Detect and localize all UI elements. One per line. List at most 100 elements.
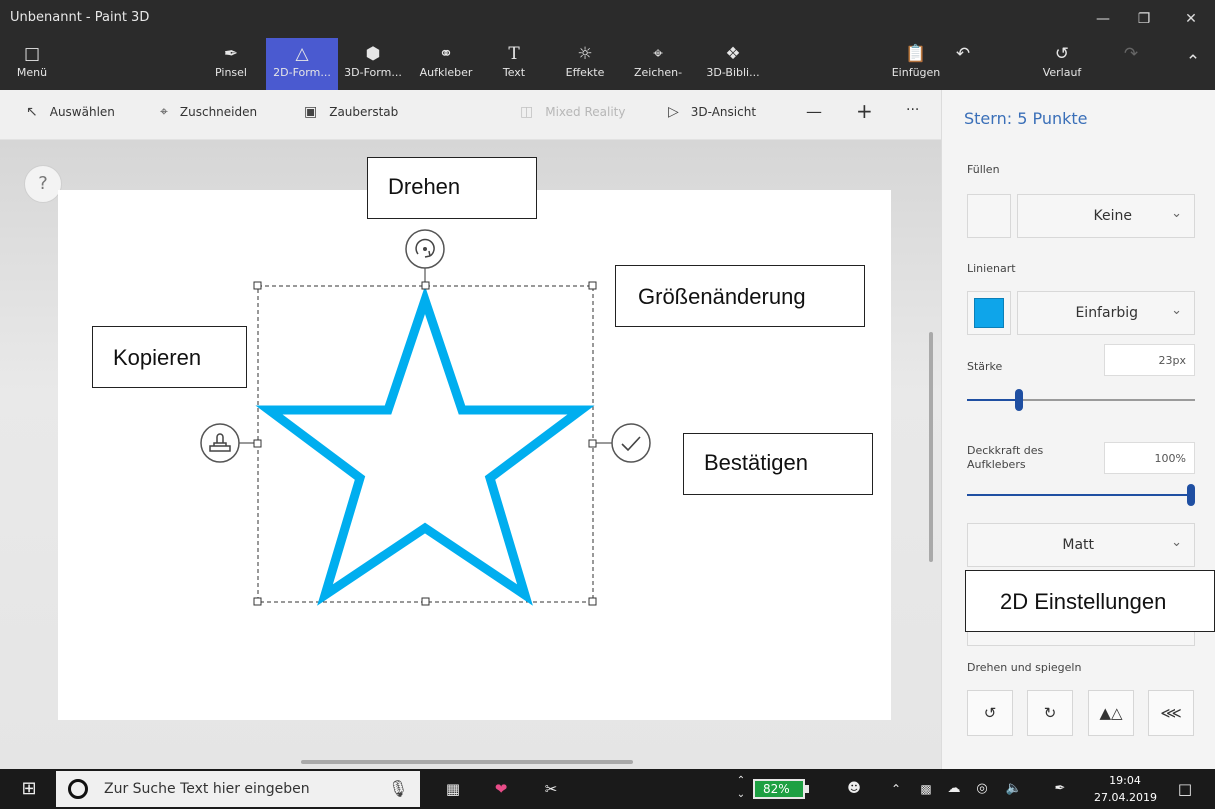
checkmark-confirm-icon[interactable] [611, 423, 651, 463]
rotate-left-button[interactable]: ↺ [967, 690, 1013, 736]
onedrive-cloud-icon[interactable]: ☁ [942, 769, 966, 809]
title-bar: Unbenannt - Paint 3D — ❐ ✕ [0, 0, 1215, 38]
resize-handle[interactable] [588, 439, 597, 448]
taskbar-clock[interactable]: 19:04 27.04.2019 [1094, 772, 1157, 806]
wifi-icon[interactable]: ◎ [968, 769, 996, 809]
history-label: Verlauf [1042, 66, 1082, 79]
folder-icon: □ [23, 44, 41, 64]
callout-confirm: Bestätigen [683, 433, 873, 495]
tool-label: 2D-Form... [273, 66, 331, 79]
line-color-swatch[interactable] [967, 291, 1011, 335]
select-button[interactable]: ↖ Auswählen [26, 104, 115, 120]
tool-canvas[interactable]: ⌖ Zeichen- [630, 38, 686, 90]
resize-handle[interactable] [588, 597, 597, 606]
line-type-dropdown[interactable]: Einfarbig ⌄ [1017, 291, 1195, 335]
menu-label: Menü [16, 66, 48, 79]
resize-handle[interactable] [253, 281, 262, 290]
more-options-button[interactable]: ··· [906, 102, 919, 118]
flip-vertical-icon: ⋘ [1160, 704, 1182, 722]
mixed-reality-icon: ◫ [520, 104, 534, 120]
resize-handle[interactable] [588, 281, 597, 290]
select-label: Auswählen [49, 105, 115, 119]
battery-tip [805, 785, 809, 793]
tool-brushes[interactable]: ✒ Pinsel [206, 38, 256, 90]
history-button[interactable]: ↺ Verlauf [1036, 38, 1088, 90]
crop-label: Zuschneiden [179, 105, 258, 119]
line-color-fill [974, 298, 1004, 328]
tool-stickers[interactable]: ⚭ Aufkleber [414, 38, 478, 90]
redo-button[interactable]: ↷ [1116, 38, 1146, 90]
chevron-down-icon: ⌄ [1171, 535, 1182, 550]
rotate-handle-icon[interactable] [405, 229, 445, 269]
resize-handles[interactable] [253, 281, 597, 606]
slider-fill [967, 399, 1020, 401]
tool-3d-shapes[interactable]: ⬢ 3D-Form... [340, 38, 406, 90]
line-type-label: Linienart [967, 262, 1016, 275]
tool-2d-shapes[interactable]: △ 2D-Form... [266, 38, 338, 90]
volume-icon[interactable]: 🔈 [1000, 769, 1028, 809]
chevron-up-down-icon[interactable]: ⌃ ⌄ [734, 769, 748, 809]
windows-start-icon[interactable]: ⊞ [14, 769, 44, 809]
properties-panel: Stern: 5 Punkte Füllen Keine ⌄ Linienart… [941, 90, 1215, 769]
magic-select-button[interactable]: ▣ Zauberstab [304, 104, 398, 120]
minimize-icon[interactable]: — [1090, 6, 1116, 32]
slider-thumb[interactable] [1015, 389, 1024, 411]
zoom-in-button[interactable]: + [856, 99, 873, 123]
tool-label: Pinsel [215, 66, 247, 79]
snipping-tool-icon[interactable]: ✂ [534, 769, 568, 809]
opacity-slider[interactable] [967, 484, 1195, 506]
battery-percent: 82% [763, 782, 790, 796]
resize-handle[interactable] [421, 597, 430, 606]
undo-button[interactable]: ↶ [946, 38, 980, 90]
microphone-icon[interactable]: 🎙 [388, 779, 408, 798]
resize-handle[interactable] [253, 439, 262, 448]
star-shape[interactable] [255, 285, 595, 606]
task-view-icon[interactable]: ▦ [436, 769, 470, 809]
rotate-right-button[interactable]: ↻ [1027, 690, 1073, 736]
tool-text[interactable]: T Text [494, 38, 534, 90]
zoom-out-button[interactable]: — [806, 102, 822, 121]
thickness-input[interactable]: 23px [1104, 344, 1195, 376]
flip-horizontal-button[interactable]: ▲△ [1088, 690, 1134, 736]
redo-icon: ↷ [1123, 44, 1139, 64]
menu-button[interactable]: □ Menü [10, 38, 54, 90]
people-icon[interactable]: ☻ [842, 769, 866, 809]
paste-button[interactable]: 📋 Einfügen [890, 38, 942, 90]
3d-view-button[interactable]: ▷ 3D-Ansicht [668, 104, 756, 120]
ribbon: □ Menü ✒ Pinsel △ 2D-Form... ⬢ 3D-Form..… [0, 38, 1215, 90]
tool-3d-library[interactable]: ❖ 3D-Bibli... [702, 38, 764, 90]
show-hidden-icons-icon[interactable]: ⌃ [884, 769, 908, 809]
resize-handle[interactable] [253, 597, 262, 606]
battery-indicator[interactable]: 82% [753, 779, 809, 799]
thickness-slider[interactable] [967, 389, 1195, 411]
tool-effects[interactable]: ☼ Effekte [560, 38, 610, 90]
panel-title: Stern: 5 Punkte [964, 109, 1088, 128]
stamp-copy-icon[interactable] [200, 423, 240, 463]
network-adapter-icon[interactable]: ▩ [914, 769, 938, 809]
taskbar-search[interactable]: Zur Suche Text hier eingeben 🎙 [56, 771, 420, 807]
pen-icon[interactable]: ✒ [1032, 769, 1088, 809]
3d-shapes-icon: ⬢ [365, 44, 381, 64]
finish-dropdown[interactable]: Matt ⌄ [967, 523, 1195, 567]
magic-select-label: Zauberstab [329, 105, 399, 119]
flip-vertical-button[interactable]: ⋘ [1148, 690, 1194, 736]
fill-dropdown[interactable]: Keine ⌄ [1017, 194, 1195, 238]
tool-label: Effekte [565, 66, 605, 79]
close-icon[interactable]: ✕ [1178, 6, 1204, 32]
fill-color-swatch[interactable] [967, 194, 1011, 238]
opacity-input[interactable]: 100% [1104, 442, 1195, 474]
collapse-ribbon-button[interactable]: ⌃ [1178, 38, 1208, 90]
callout-resize: Größenänderung [615, 265, 865, 327]
thickness-label: Stärke [967, 360, 1003, 373]
paint3d-app-icon[interactable]: ❤ [484, 769, 518, 809]
mixed-reality-button[interactable]: ◫ Mixed Reality [520, 104, 625, 120]
restore-icon[interactable]: ❐ [1131, 6, 1157, 32]
paste-icon: 📋 [905, 44, 927, 64]
crop-button[interactable]: ⌖ Zuschneiden [160, 104, 257, 120]
resize-handle[interactable] [421, 281, 430, 290]
notifications-icon[interactable]: □ [1170, 769, 1200, 809]
slider-thumb[interactable] [1187, 484, 1195, 506]
callout-2d-settings: 2D Einstellungen [965, 570, 1215, 632]
chevron-down-icon: ⌄ [1171, 206, 1182, 221]
magic-select-icon: ▣ [304, 104, 318, 120]
